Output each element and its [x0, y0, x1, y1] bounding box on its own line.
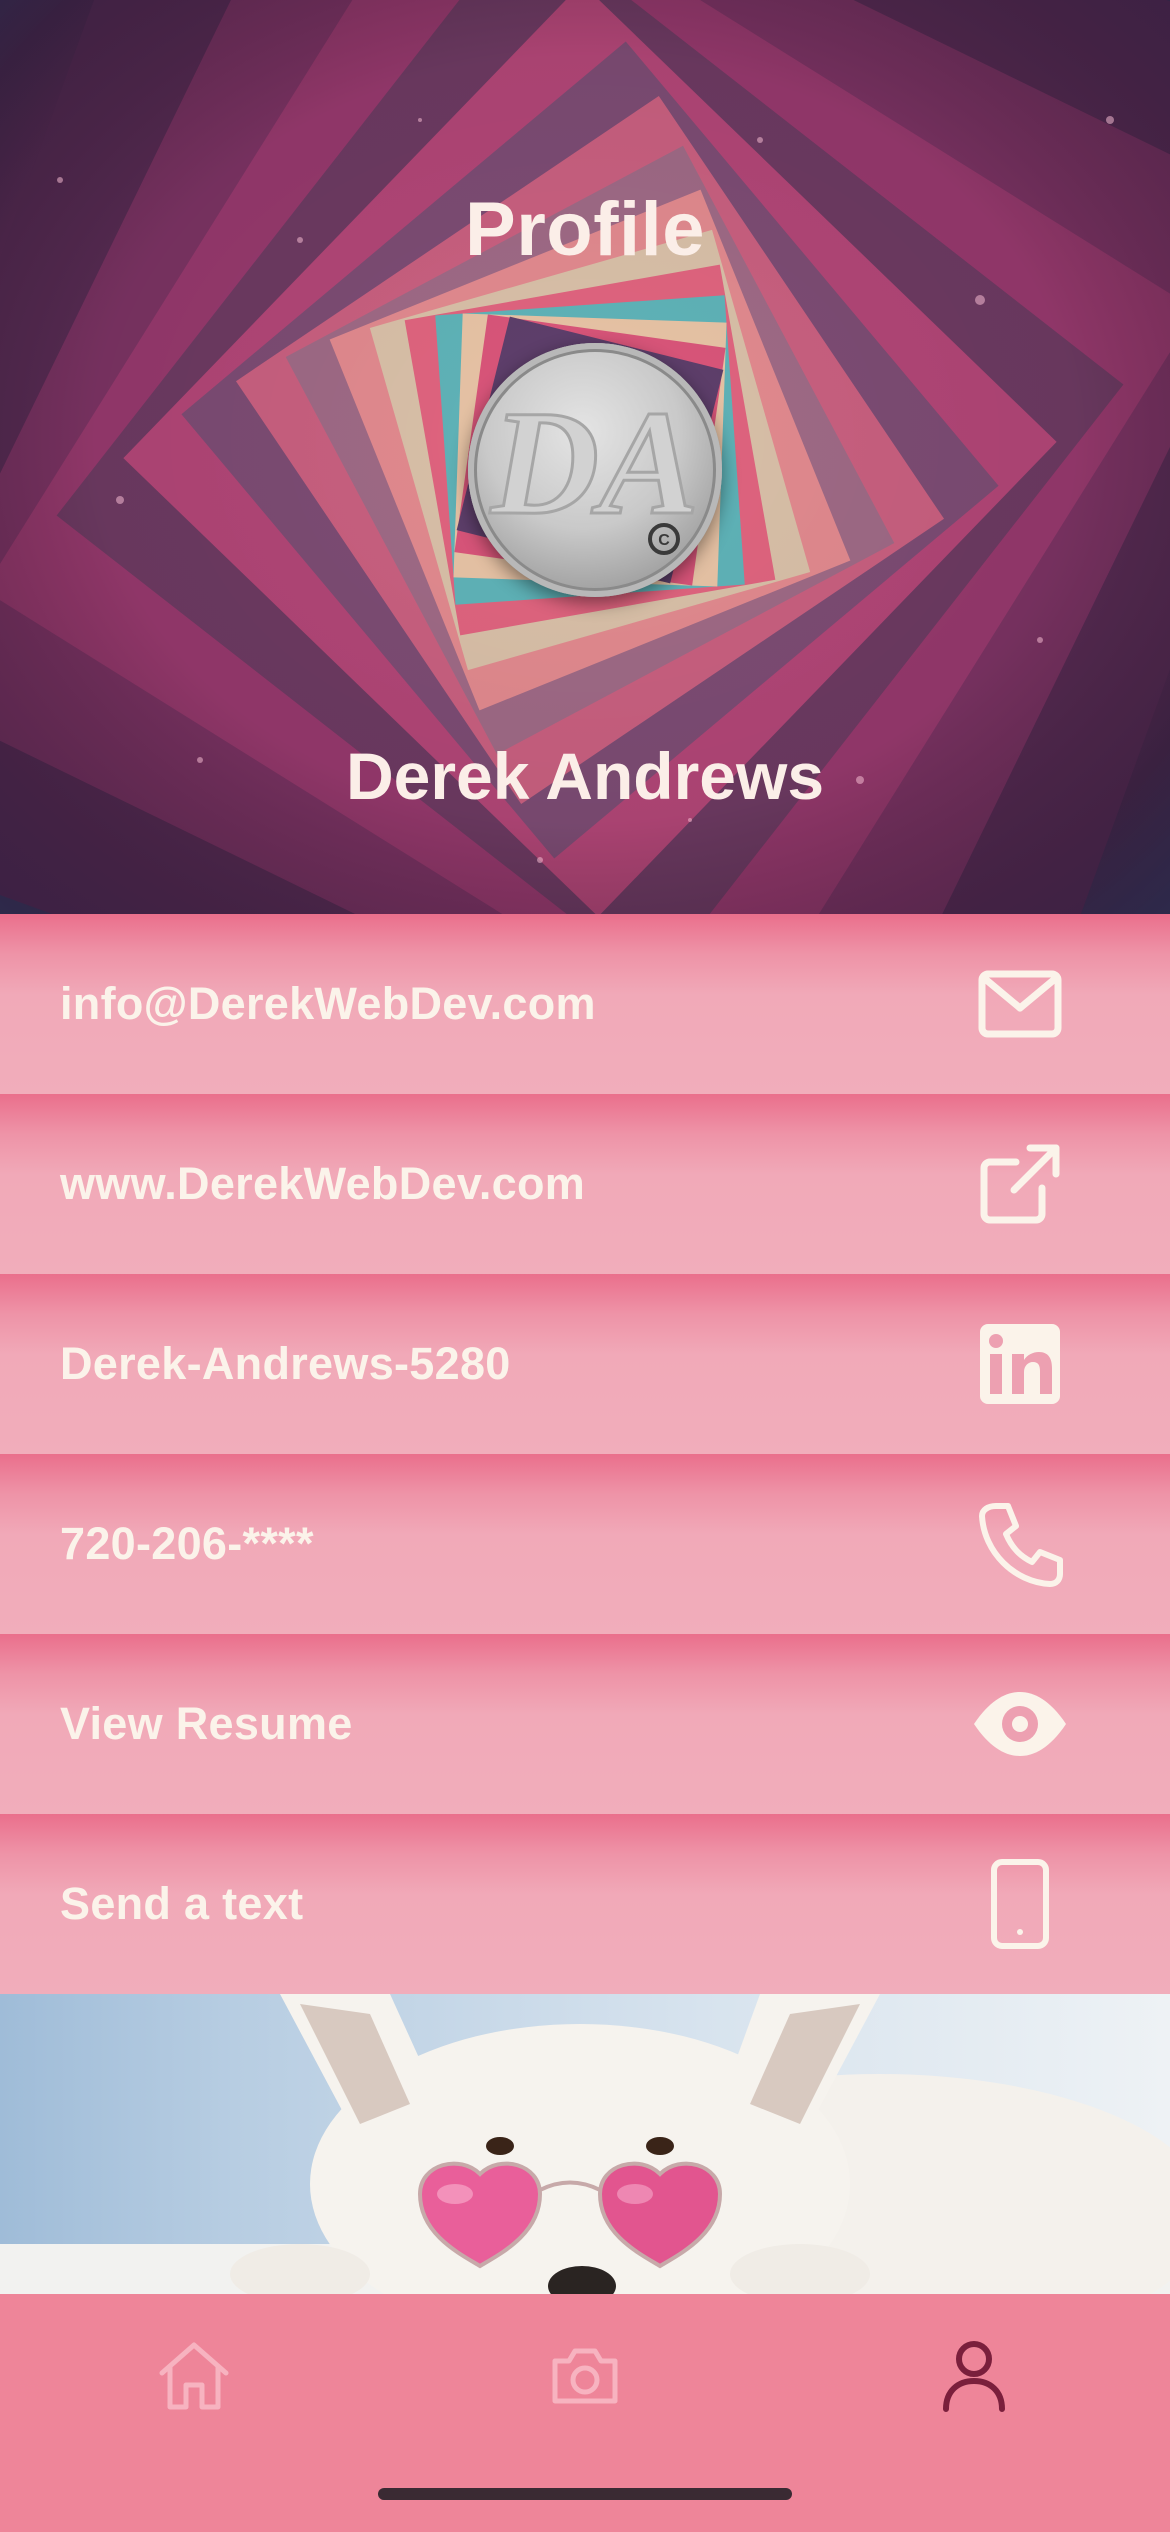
mail-icon [970, 954, 1070, 1054]
phone-icon [970, 1494, 1070, 1594]
eye-icon [970, 1674, 1070, 1774]
tab-profile[interactable] [929, 2330, 1019, 2420]
contact-row-email[interactable]: info@DerekWebDev.com [0, 914, 1170, 1094]
contact-label: Send a text [60, 1878, 304, 1929]
svg-text:C: C [658, 532, 670, 549]
contact-row-linkedin[interactable]: Derek-Andrews-5280 [0, 1274, 1170, 1454]
tab-home[interactable] [149, 2330, 239, 2420]
external-link-icon [970, 1134, 1070, 1234]
contact-row-website[interactable]: www.DerekWebDev.com [0, 1094, 1170, 1274]
home-indicator[interactable] [378, 2488, 792, 2500]
contact-label: www.DerekWebDev.com [60, 1158, 586, 1209]
person-icon [943, 2341, 1005, 2412]
contact-label: View Resume [60, 1698, 353, 1749]
tab-camera[interactable] [540, 2330, 630, 2420]
profile-header: Profile DA C Derek Andrews [0, 0, 1170, 914]
contact-list: info@DerekWebDev.com www.DerekWebDev.com… [0, 914, 1170, 1994]
avatar[interactable]: DA C [468, 343, 722, 597]
contact-row-text[interactable]: Send a text [0, 1814, 1170, 1994]
page-title: Profile [465, 187, 705, 272]
mobile-phone-icon [970, 1854, 1070, 1954]
dog-photo [0, 1994, 1170, 2294]
contact-row-resume[interactable]: View Resume [0, 1634, 1170, 1814]
contact-row-phone[interactable]: 720-206-**** [0, 1454, 1170, 1634]
home-icon [159, 2342, 229, 2410]
camera-icon [552, 2348, 618, 2404]
profile-name: Derek Andrews [345, 739, 825, 813]
contact-label: Derek-Andrews-5280 [60, 1338, 511, 1389]
svg-text:DA: DA [489, 380, 699, 546]
profile-screen: Profile DA C Derek Andrews info@DerekWeb… [0, 0, 1170, 2532]
contact-label: 720-206-**** [60, 1518, 314, 1569]
linkedin-icon [970, 1314, 1070, 1414]
contact-label: info@DerekWebDev.com [60, 978, 596, 1029]
monogram-logo: DA C [487, 379, 701, 555]
